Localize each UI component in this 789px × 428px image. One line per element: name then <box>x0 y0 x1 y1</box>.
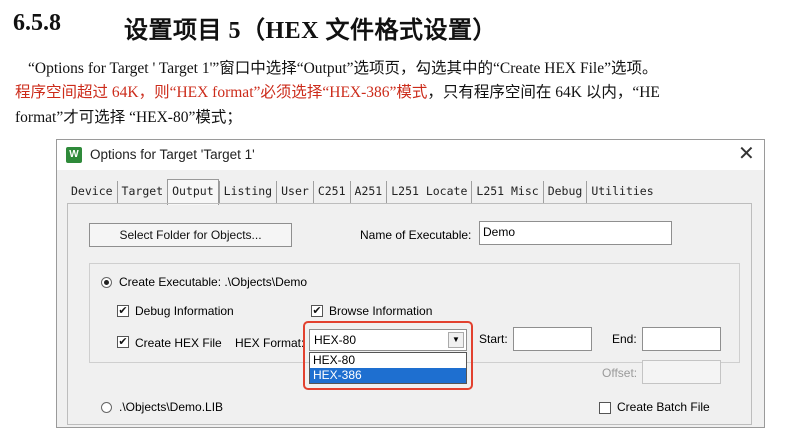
hex-format-label: HEX Format: <box>235 336 305 350</box>
tab-a251[interactable]: A251 <box>349 181 387 203</box>
tab-utilities[interactable]: Utilities <box>586 181 657 203</box>
create-executable-label: Create Executable: .\Objects\Demo <box>119 275 308 289</box>
offset-input <box>642 360 721 384</box>
paragraph-2: 程序空间超过 64K，则“HEX format”必须选择“HEX-386”模式，… <box>15 83 789 102</box>
tab-user[interactable]: User <box>276 181 313 203</box>
tab-l251-misc[interactable]: L251 Misc <box>471 181 542 203</box>
end-input[interactable] <box>642 327 721 351</box>
tab-device[interactable]: Device <box>67 181 117 203</box>
debug-information-checkbox[interactable]: ✔ <box>117 305 129 317</box>
start-label: Start: <box>479 332 508 346</box>
tab-target[interactable]: Target <box>116 181 168 203</box>
create-executable-radio[interactable] <box>101 277 112 288</box>
end-label: End: <box>612 332 637 346</box>
debug-information-label: Debug Information <box>135 304 234 318</box>
paragraph-3: format”才可选择 “HEX-80”模式； <box>15 109 242 126</box>
paragraph-1: “Options for Target ' Target 1'”窗口中选择“Ou… <box>28 60 658 77</box>
tab-output[interactable]: Output <box>167 179 219 205</box>
section-number: 6.5.8 <box>13 10 61 36</box>
browse-information-checkbox[interactable]: ✔ <box>311 305 323 317</box>
paragraph-2-highlight: 程序空间超过 64K，则“HEX format”必须选择“HEX-386”模式 <box>15 84 428 101</box>
tab-debug[interactable]: Debug <box>542 181 587 203</box>
create-batch-file-checkbox[interactable] <box>599 402 611 414</box>
browse-information-label: Browse Information <box>329 304 433 318</box>
dialog-title: Options for Target 'Target 1' <box>90 147 255 162</box>
tab-l251-locate[interactable]: L251 Locate <box>386 181 471 203</box>
paragraph-2-rest: ，只有程序空间在 64K 以内，“HE <box>427 84 660 101</box>
create-batch-file-label: Create Batch File <box>617 400 710 414</box>
create-library-radio[interactable] <box>101 402 112 413</box>
tab-listing[interactable]: Listing <box>218 181 276 203</box>
highlight-annotation-box <box>303 321 473 390</box>
create-library-label: .\Objects\Demo.LIB <box>119 400 224 414</box>
section-title: 设置项目 5（HEX 文件格式设置） <box>124 18 498 44</box>
name-executable-label: Name of Executable: <box>360 228 472 242</box>
create-hex-checkbox[interactable]: ✔ <box>117 336 129 348</box>
select-folder-button[interactable]: Select Folder for Objects... <box>89 223 292 247</box>
create-hex-label: Create HEX File <box>135 336 222 350</box>
offset-label: Offset: <box>602 366 638 380</box>
tab-strip: Device Target Output Listing User C251 A… <box>67 179 658 205</box>
close-icon[interactable]: ✕ <box>738 143 755 165</box>
keil-uvision-icon: W <box>66 147 82 163</box>
name-executable-input[interactable]: Demo <box>479 221 672 245</box>
options-dialog: W Options for Target 'Target 1' ✕ Device… <box>56 139 765 428</box>
start-input[interactable] <box>513 327 592 351</box>
dialog-titlebar: W Options for Target 'Target 1' ✕ <box>57 140 764 170</box>
tab-c251[interactable]: C251 <box>312 181 350 203</box>
